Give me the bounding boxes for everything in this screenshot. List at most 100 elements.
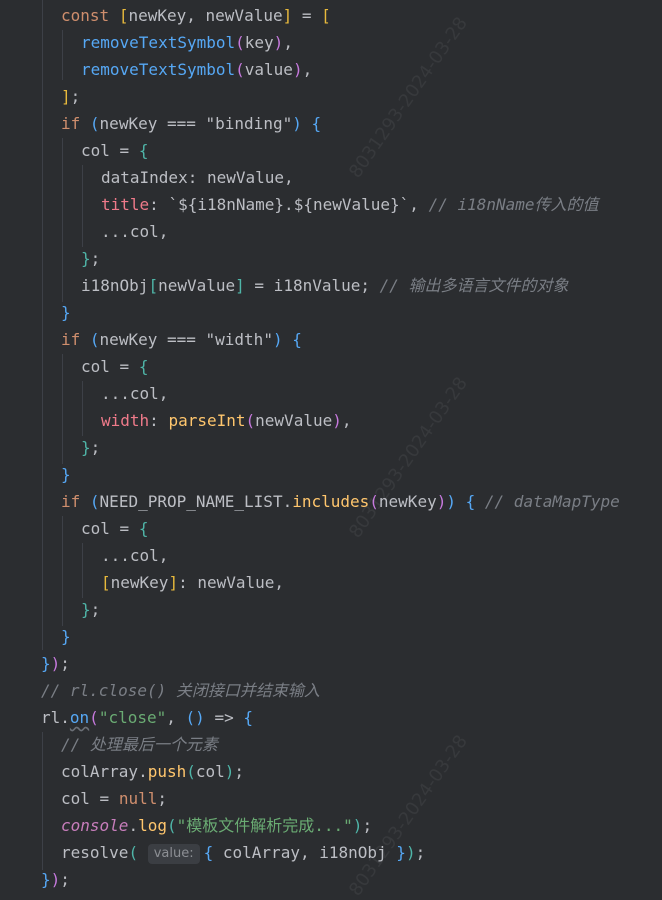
identifier: rl. xyxy=(41,708,70,727)
punctuation: : xyxy=(149,195,159,214)
keyword: if xyxy=(61,492,81,511)
punctuation: , xyxy=(186,6,196,25)
code-line[interactable]: }); xyxy=(41,866,70,893)
property-key: width xyxy=(101,411,150,430)
paren: ) xyxy=(436,492,447,511)
punctuation: ; xyxy=(90,600,101,619)
paren: ( xyxy=(166,816,177,835)
assignment: col = xyxy=(81,519,130,538)
code-line[interactable]: }); xyxy=(41,650,70,677)
code-line[interactable]: col = null; xyxy=(61,785,167,812)
paren: ( xyxy=(235,33,245,52)
code-line[interactable]: if (newKey === "binding") { xyxy=(61,110,321,137)
code-line[interactable]: ...col, xyxy=(101,218,168,245)
function-call: on xyxy=(69,708,90,727)
code-line[interactable]: ...col, xyxy=(101,542,168,569)
assignment: col = xyxy=(81,357,130,376)
brace: { xyxy=(311,114,322,133)
expression: newKey === xyxy=(99,114,196,133)
paren: ( xyxy=(89,330,100,349)
operator: => xyxy=(214,708,234,727)
code-line[interactable]: resolve( value:{ colArray, i18nObj }); xyxy=(61,839,425,866)
code-line[interactable]: if (NEED_PROP_NAME_LIST.includes(newKey)… xyxy=(61,488,620,515)
punctuation: , xyxy=(283,33,293,52)
code-line[interactable]: }; xyxy=(81,596,100,623)
punctuation: ; xyxy=(60,870,70,889)
code-line[interactable]: col = { xyxy=(81,353,148,380)
indent-guide xyxy=(62,354,63,464)
code-line[interactable]: removeTextSymbol(value), xyxy=(81,56,312,83)
code-line[interactable]: // 处理最后一个元素 xyxy=(61,731,218,758)
bracket: ] xyxy=(61,87,71,106)
code-line[interactable]: ]; xyxy=(61,83,80,110)
assignment: col = xyxy=(81,141,130,160)
template-literal: }.${ xyxy=(274,195,313,214)
code-line[interactable]: }; xyxy=(81,434,100,461)
object-members: colArray, i18nObj xyxy=(222,843,387,862)
punctuation: . xyxy=(128,816,139,835)
brace: } xyxy=(81,438,91,457)
code-line[interactable]: removeTextSymbol(key), xyxy=(81,29,293,56)
code-line[interactable]: console.log("模板文件解析完成..."); xyxy=(61,812,372,839)
paren: ) xyxy=(405,843,416,862)
code-line[interactable]: ...col, xyxy=(101,380,168,407)
code-line[interactable]: colArray.push(col); xyxy=(61,758,244,785)
function-call: includes xyxy=(292,492,370,511)
code-line[interactable]: // rl.close() 关闭接口并结束输入 xyxy=(41,677,320,704)
indent-guide xyxy=(82,543,83,598)
code-line[interactable]: [newKey]: newValue, xyxy=(101,569,284,596)
assignment: col = xyxy=(61,789,110,808)
punctuation: ; xyxy=(90,438,101,457)
identifier: newValue xyxy=(255,411,333,430)
paren: ) xyxy=(332,411,342,430)
paren: ( xyxy=(89,492,100,511)
code-line[interactable]: if (newKey === "width") { xyxy=(61,326,302,353)
keyword: const xyxy=(61,6,110,25)
identifier: newValue xyxy=(205,6,283,25)
code-line[interactable]: i18nObj[newValue] = i18nValue; // 输出多语言文… xyxy=(81,272,569,299)
brace: } xyxy=(61,627,71,646)
punctuation: ; xyxy=(362,816,373,835)
brace: { xyxy=(292,330,302,349)
identifier: NEED_PROP_NAME_LIST. xyxy=(99,492,293,511)
indent-guide xyxy=(82,381,83,436)
function-call: resolve xyxy=(61,843,129,862)
code-line[interactable]: width: parseInt(newValue), xyxy=(101,407,352,434)
paren: ( xyxy=(89,114,100,133)
paren: ) xyxy=(272,330,283,349)
paren: ) xyxy=(446,492,456,511)
code-line[interactable]: col = { xyxy=(81,137,148,164)
code-editor[interactable]: const [newKey, newValue] = [ removeTextS… xyxy=(0,0,662,900)
string-literal: "binding" xyxy=(205,114,293,133)
bracket: [ xyxy=(101,573,111,592)
brace: { xyxy=(138,141,149,160)
brace: { xyxy=(243,708,253,727)
brace: } xyxy=(396,843,406,862)
code-line[interactable]: col = { xyxy=(81,515,148,542)
code-line[interactable]: title: `${i18nName}.${newValue}`, // i18… xyxy=(101,191,599,218)
code-line[interactable]: } xyxy=(61,299,71,326)
paren: ) xyxy=(224,762,235,781)
code-line[interactable]: } xyxy=(61,623,71,650)
code-line[interactable]: dataIndex: newValue, xyxy=(101,164,294,191)
identifier: colArray. xyxy=(61,762,148,781)
punctuation: ; xyxy=(415,843,426,862)
keyword: if xyxy=(61,330,81,349)
template-literal: }` xyxy=(390,195,410,214)
punctuation: ; xyxy=(90,249,101,268)
paren: ( xyxy=(245,411,256,430)
code-line[interactable]: const [newKey, newValue] = [ xyxy=(61,2,331,29)
bracket: [ xyxy=(148,276,159,295)
spread-expression: ...col, xyxy=(101,222,169,241)
indent-guide xyxy=(42,732,43,870)
indent-guide xyxy=(62,516,63,626)
identifier: newKey xyxy=(110,573,169,592)
code-line[interactable]: rl.on("close", () => { xyxy=(41,704,253,731)
code-line[interactable]: }; xyxy=(81,245,100,272)
template-literal: `${ xyxy=(168,195,198,214)
identifier: newKey xyxy=(378,492,437,511)
paren: () xyxy=(185,708,205,727)
punctuation: , xyxy=(409,195,419,214)
code-line[interactable]: } xyxy=(61,461,71,488)
paren: ) xyxy=(292,114,302,133)
